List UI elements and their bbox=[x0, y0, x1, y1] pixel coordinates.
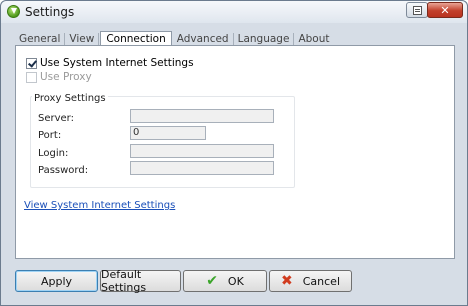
connection-page: Use System Internet Settings Use Proxy P… bbox=[15, 45, 455, 259]
apply-button[interactable]: Apply bbox=[15, 270, 98, 292]
port-label: Port: bbox=[38, 130, 62, 141]
tab-strip: General View Connection Advanced Languag… bbox=[15, 31, 333, 46]
settings-window: Settings ✕ General View Connection Advan… bbox=[0, 0, 468, 306]
close-button[interactable]: ✕ bbox=[427, 2, 463, 18]
help-icon bbox=[412, 5, 422, 15]
checkbox-unchecked-icon bbox=[26, 71, 37, 83]
login-label: Login: bbox=[38, 148, 69, 159]
checkmark-icon: ✔ bbox=[206, 273, 218, 289]
cancel-label: Cancel bbox=[302, 274, 340, 288]
server-field[interactable] bbox=[130, 109, 274, 123]
x-icon: ✖ bbox=[281, 273, 293, 289]
default-settings-button[interactable]: Default Settings bbox=[100, 268, 181, 294]
login-field[interactable] bbox=[130, 144, 274, 158]
server-label: Server: bbox=[38, 113, 74, 124]
use-system-settings-label: Use System Internet Settings bbox=[40, 57, 194, 69]
use-system-settings-checkbox[interactable]: Use System Internet Settings bbox=[26, 57, 194, 69]
default-settings-label: Default Settings bbox=[101, 268, 147, 294]
port-field[interactable]: 0 bbox=[130, 126, 206, 140]
help-button[interactable] bbox=[406, 2, 428, 18]
use-proxy-label: Use Proxy bbox=[40, 71, 92, 83]
ok-button[interactable]: ✔ OK bbox=[183, 270, 267, 292]
checkbox-checked-icon bbox=[26, 57, 37, 69]
tab-connection[interactable]: Connection bbox=[100, 31, 172, 46]
password-label: Password: bbox=[38, 165, 89, 176]
view-system-settings-link[interactable]: View System Internet Settings bbox=[24, 200, 175, 211]
proxy-settings-title: Proxy Settings bbox=[32, 93, 108, 104]
title-bar: Settings ✕ bbox=[1, 1, 467, 23]
close-icon: ✕ bbox=[440, 3, 450, 17]
password-field[interactable] bbox=[130, 161, 274, 175]
use-proxy-checkbox[interactable]: Use Proxy bbox=[26, 71, 92, 83]
ok-label: OK bbox=[227, 274, 244, 288]
apply-label: Apply bbox=[40, 274, 73, 288]
app-icon bbox=[7, 5, 20, 18]
cancel-button[interactable]: ✖ Cancel bbox=[269, 270, 352, 292]
window-title: Settings bbox=[25, 5, 75, 19]
